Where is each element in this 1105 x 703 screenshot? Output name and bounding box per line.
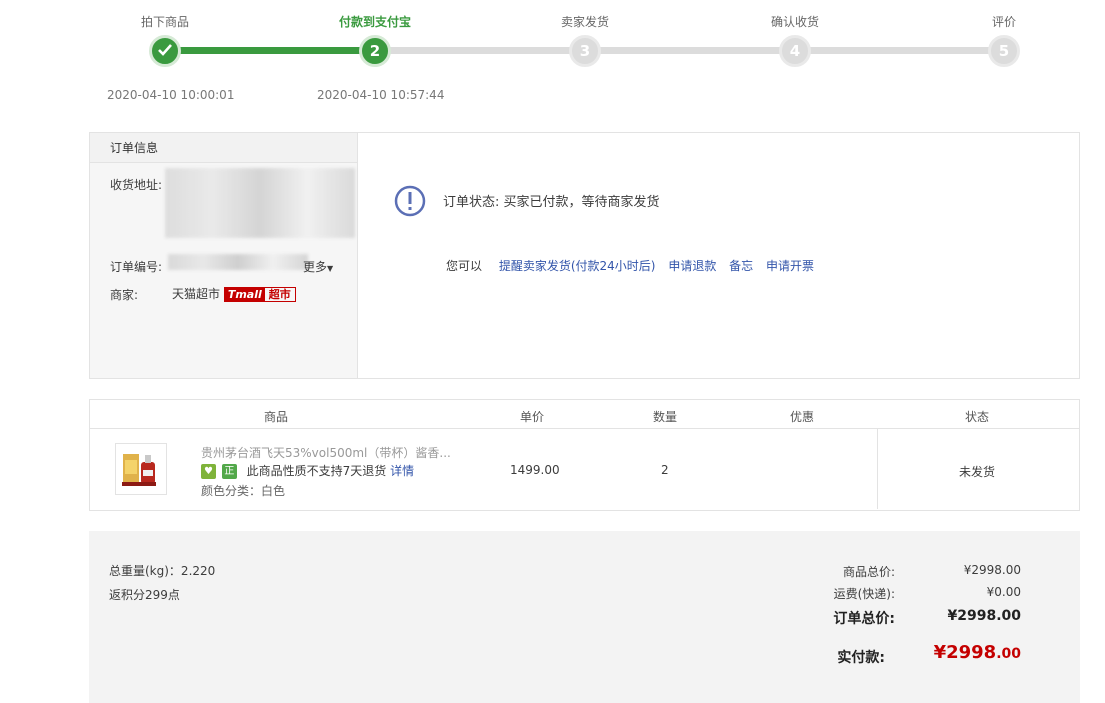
header-discount: 优惠 [790,410,815,424]
authentic-badge-icon[interactable]: 正 [221,464,237,479]
step-time: 2020-04-10 10:57:44 [317,88,445,102]
table-row: 贵州茅台酒飞天53%vol500ml（带杯）酱香... ♥ 正 此商品性质不支持… [90,429,1079,509]
order-total-label: 订单总价: [833,611,895,627]
step-pay: 付款到支付宝 2 [315,0,435,67]
supermarket-logo-text: 超市 [268,288,291,301]
step-number: 3 [569,35,601,67]
step-label: 确认收货 [770,15,819,29]
shipping-label: 运费(快递): [833,587,895,601]
step-place-order: 拍下商品 [105,0,225,67]
seller-info: 天猫超市 Tmall 超市 [172,285,296,302]
more-toggle[interactable]: 更多▼ [303,258,333,275]
service-heart-icon[interactable]: ♥ [201,464,216,479]
header-unit-price: 单价 [520,410,545,424]
header-status: 状态 [965,410,990,424]
reward-points: 返积分299点 [109,588,180,602]
address-redacted [165,168,355,238]
progress-track-pending [375,47,1005,54]
chevron-down-icon: ▼ [327,264,334,273]
paid-label: 实付款: [837,650,885,666]
shipping-value: ¥0.00 [986,585,1021,599]
product-sku: 颜色分类：白色 [201,484,286,498]
order-status-text: 订单状态: 买家已付款，等待商家发货 [443,195,660,210]
order-no-label: 订单编号: [110,260,163,274]
step-label: 卖家发货 [560,15,609,29]
paid-amount: ¥2998.00 [901,642,1021,663]
quantity-cell: 2 [661,463,669,477]
paid-amount-main: ¥2998 [933,642,997,663]
liquor-bottle-icon [122,454,156,486]
header-quantity: 数量 [653,410,678,424]
order-progress: 拍下商品 付款到支付宝 2 卖家发货 3 确认收货 4 评价 5 2020-04… [0,0,1105,110]
seller-label: 商家: [110,288,139,302]
unit-price-cell: 1499.00 [510,463,560,477]
step-label: 评价 [991,15,1016,29]
actions-prefix: 您可以 [446,259,483,273]
address-label: 收货地址: [110,178,163,192]
order-info-box: 订单信息 收货地址: 订单编号: 更多▼ 商家: 天猫超市 Tmall 超市 订单… [89,132,1080,379]
product-title[interactable]: 贵州茅台酒飞天53%vol500ml（带杯）酱香... [201,444,451,461]
return-note: 此商品性质不支持7天退货 [246,464,387,478]
order-total-value: ¥2998.00 [947,608,1021,624]
step-label: 拍下商品 [140,15,189,29]
seller-name[interactable]: 天猫超市 [172,287,220,301]
info-icon [394,185,426,217]
goods-total-value: ¥2998.00 [963,563,1021,577]
step-review: 评价 5 [944,0,1064,67]
progress-track-done [165,47,375,54]
header-goods: 商品 [264,410,289,424]
step-confirm: 确认收货 4 [735,0,855,67]
step-time: 2020-04-10 10:00:01 [107,88,235,102]
paid-amount-cents: .00 [996,646,1021,662]
tmall-logo-text: Tmall [224,288,265,301]
step-number: 4 [779,35,811,67]
product-thumbnail[interactable] [115,443,167,495]
order-no-redacted [168,254,308,270]
refund-link[interactable]: 申请退款 [668,259,716,273]
status-cell: 未发货 [877,429,1079,509]
invoice-link[interactable]: 申请开票 [766,259,814,273]
order-info-panel: 订单信息 收货地址: 订单编号: 更多▼ 商家: 天猫超市 Tmall 超市 [90,133,358,378]
goods-table: 商品 单价 数量 优惠 状态 贵州茅台酒飞天53%vol500ml（带杯）酱香.… [89,399,1080,511]
tmall-supermarket-logo: Tmall 超市 [223,287,296,302]
step-number: 2 [359,35,391,67]
order-info-title: 订单信息 [90,133,357,163]
table-header: 商品 单价 数量 优惠 状态 [90,400,1079,429]
memo-link[interactable]: 备忘 [729,259,753,273]
step-ship: 卖家发货 3 [525,0,645,67]
detail-link[interactable]: 详情 [390,464,414,478]
product-tags: ♥ 正 此商品性质不支持7天退货 详情 [201,462,414,479]
more-label: 更多 [303,260,328,274]
shipping-status: 未发货 [959,465,996,479]
order-actions: 您可以 提醒卖家发货(付款24小时后) 申请退款 备忘 申请开票 [446,257,823,274]
step-number: 5 [988,35,1020,67]
step-label: 付款到支付宝 [338,15,411,29]
remind-ship-link[interactable]: 提醒卖家发货(付款24小时后) [499,259,656,273]
total-weight: 总重量(kg)：2.220 [109,564,216,578]
check-icon [149,35,181,67]
goods-total-label: 商品总价: [842,565,895,579]
order-totals: 总重量(kg)：2.220 返积分299点 商品总价: ¥2998.00 运费(… [89,531,1080,703]
